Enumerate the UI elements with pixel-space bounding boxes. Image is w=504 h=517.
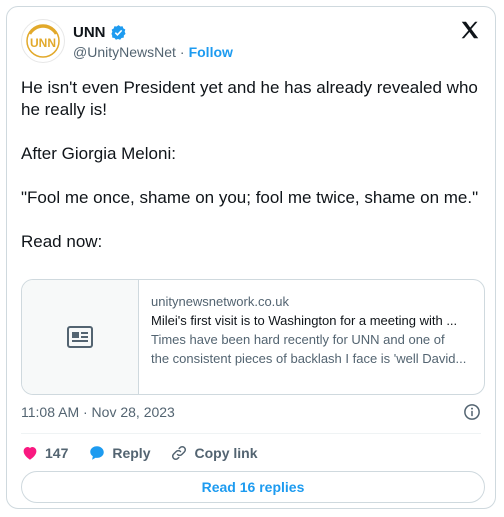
verified-badge-icon — [110, 25, 126, 40]
unn-logo-icon: UNN — [26, 24, 60, 58]
svg-text:UNN: UNN — [30, 36, 56, 50]
divider — [21, 433, 481, 434]
x-logo-icon[interactable] — [459, 19, 481, 41]
separator-dot: · — [179, 44, 185, 60]
like-count: 147 — [45, 445, 69, 461]
like-button[interactable]: 147 — [21, 444, 68, 462]
read-replies-button[interactable]: Read 16 replies — [21, 471, 485, 503]
link-description-line-1: Times have been hard recently for UNN an… — [151, 332, 445, 347]
link-preview-card[interactable]: unitynewsnetwork.co.uk Milei's first vis… — [21, 279, 485, 395]
handle-row: @UnityNewsNet · Follow — [73, 44, 233, 60]
tweet-embed-card: UNN UNN @UnityNewsNet · Follow He isn't … — [6, 6, 496, 509]
link-thumbnail — [22, 280, 139, 394]
link-description-line-2: the consistent pieces of backlash I face… — [151, 351, 467, 366]
info-icon[interactable] — [463, 403, 481, 421]
account-name-row: UNN — [73, 24, 127, 41]
tweet-timestamp[interactable]: 11:08 AM · Nov 28, 2023 — [21, 404, 175, 420]
heart-icon — [23, 447, 37, 460]
link-preview-body: unitynewsnetwork.co.uk Milei's first vis… — [139, 280, 484, 394]
copy-link-label: Copy link — [194, 445, 258, 461]
tweet-text: He isn't even President yet and he has a… — [21, 78, 479, 251]
follow-button[interactable]: Follow — [189, 44, 233, 60]
link-domain: unitynewsnetwork.co.uk — [151, 294, 290, 309]
action-bar: 147 Reply Copy link — [21, 444, 278, 462]
article-icon — [67, 326, 93, 348]
account-handle[interactable]: @UnityNewsNet — [73, 44, 176, 60]
reply-bubble-icon — [90, 446, 105, 460]
link-icon — [172, 445, 187, 461]
reply-label: Reply — [112, 445, 151, 461]
copy-link-button[interactable]: Copy link — [170, 444, 258, 462]
reply-button[interactable]: Reply — [88, 444, 150, 462]
account-name[interactable]: UNN — [73, 24, 106, 41]
avatar[interactable]: UNN — [21, 19, 65, 63]
link-title: Milei's first visit is to Washington for… — [151, 313, 458, 328]
